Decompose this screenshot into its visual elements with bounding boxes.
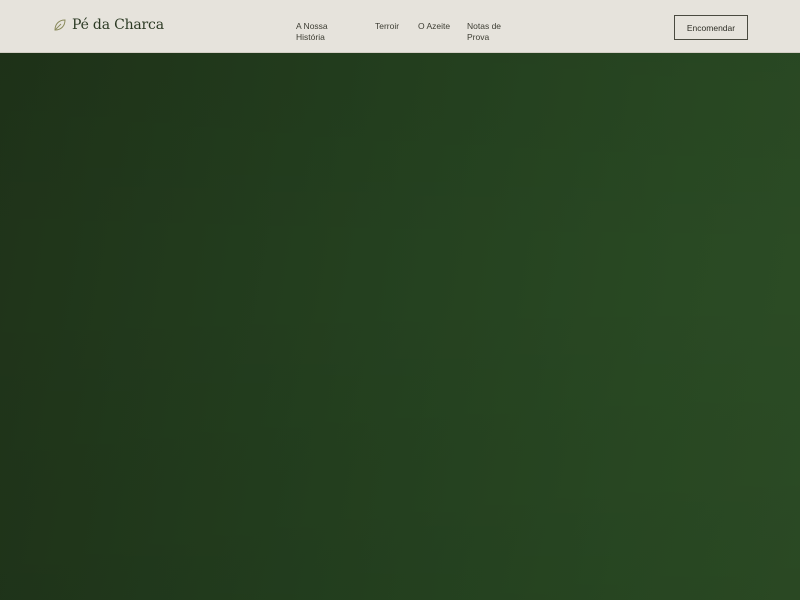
hero-background: [0, 53, 800, 600]
brand-logo-link[interactable]: Pé da Charca: [53, 17, 164, 33]
leaf-icon: [53, 18, 67, 32]
order-button[interactable]: Encomendar: [674, 15, 748, 40]
landing-page: Pé da Charca A Nossa História Terroir O …: [0, 0, 800, 600]
brand-name: Pé da Charca: [72, 17, 164, 33]
nav-link-our-story[interactable]: A Nossa História: [296, 21, 354, 43]
nav-link-olive-oil[interactable]: O Azeite: [418, 21, 458, 32]
nav-link-tasting-notes[interactable]: Notas de Prova: [467, 21, 511, 43]
hero-section: [0, 53, 800, 600]
site-header: Pé da Charca A Nossa História Terroir O …: [0, 0, 800, 53]
